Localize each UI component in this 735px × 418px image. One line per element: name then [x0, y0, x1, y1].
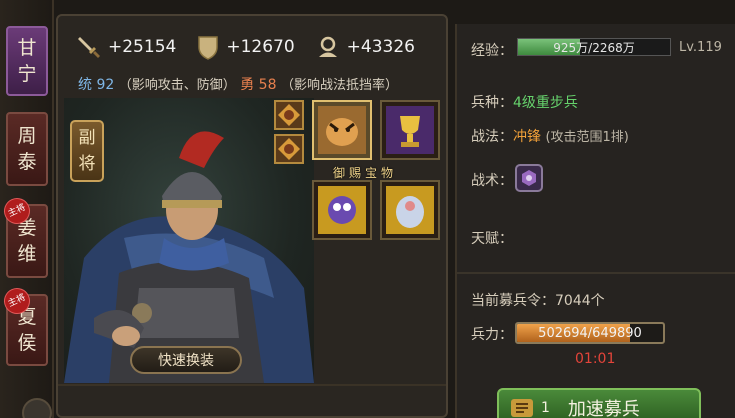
- deputy-general-button[interactable]: 副 将: [70, 120, 104, 182]
- sword-icon: [78, 37, 100, 58]
- trophy-icon: [386, 106, 434, 154]
- attack-value: +25154: [108, 37, 177, 57]
- tab-char: 宁: [17, 63, 37, 85]
- treasure-slot[interactable]: [312, 100, 372, 160]
- tiger-icon: [318, 106, 366, 154]
- tactic-value: 冲锋: [513, 129, 541, 145]
- recruit-value: 7044个: [555, 293, 605, 309]
- tactic-icon: [522, 170, 536, 186]
- recruit-row: 当前募兵令：7044个: [471, 290, 605, 310]
- accel-qty: 1: [541, 400, 550, 416]
- tong-label: 统: [78, 77, 92, 93]
- yong-label: 勇: [240, 77, 255, 93]
- info-panel: 经验： 925万/2268万 Lv.119 兵种：4级重步兵 战法：冲锋 (攻击…: [455, 24, 735, 418]
- divider: [457, 272, 735, 274]
- recruit-timer: 01:01: [575, 351, 616, 367]
- equipment-slot[interactable]: [274, 134, 304, 164]
- general-tab-strip: 甘 宁 周 泰 主将 姜 维 主将 夏 侯: [0, 0, 54, 418]
- tactic-item-button[interactable]: [515, 164, 543, 192]
- recruit-token-icon: [511, 399, 533, 417]
- troops-stat: +43326: [315, 34, 415, 60]
- yong-value: 58: [258, 77, 277, 93]
- art-label: 战术：: [471, 173, 513, 189]
- attack-stat: +25154: [76, 34, 176, 60]
- exp-text: 925万/2268万: [553, 40, 635, 55]
- tactic-row: 战法：冲锋 (攻击范围1排): [471, 126, 629, 146]
- equipment-slot[interactable]: [274, 100, 304, 130]
- divider: [58, 384, 446, 386]
- quick-equip-button[interactable]: 快速换装: [130, 346, 242, 374]
- shield-icon: [198, 36, 219, 60]
- treasure-slot[interactable]: [312, 180, 372, 240]
- treasure-slot[interactable]: [380, 100, 440, 160]
- strength-label: 兵力：: [471, 327, 513, 343]
- tong-value: 92: [96, 77, 115, 93]
- tactic-label: 战法：: [471, 129, 513, 145]
- exp-bar: 925万/2268万: [517, 38, 671, 56]
- talent-label: 天赋：: [471, 231, 513, 247]
- round-button[interactable]: [22, 398, 52, 418]
- unit-label: 兵种：: [471, 95, 513, 111]
- attribute-row: 统 92 （影响攻击、防御） 勇 58 （影响战法抵挡率）: [78, 74, 398, 94]
- tab-char: 维: [17, 243, 37, 265]
- unit-row: 兵种：4级重步兵: [471, 92, 578, 112]
- defense-stat: +12670: [196, 34, 295, 60]
- accel-label: 加速募兵: [567, 399, 640, 418]
- treasure-label: 御赐宝物: [333, 166, 398, 180]
- tong-note: （影响攻击、防御）: [118, 78, 236, 93]
- accelerate-recruit-button[interactable]: 1 加速募兵: [497, 388, 701, 418]
- deputy-char: 副: [78, 128, 96, 148]
- strength-bar: 502694/649890: [515, 322, 665, 344]
- tactic-note: (攻击范围1排): [545, 130, 629, 145]
- tab-char: 侯: [17, 332, 37, 354]
- exp-label: 经验：: [471, 43, 513, 59]
- troops-value: +43326: [346, 37, 415, 57]
- tab-char: 甘: [17, 37, 37, 59]
- crest-icon: [278, 104, 300, 126]
- stats-row: +25154 +12670 +43326: [76, 34, 435, 60]
- unit-value: 4级重步兵: [513, 95, 578, 111]
- deputy-char: 将: [78, 154, 96, 174]
- treasure-slot[interactable]: [380, 180, 440, 240]
- general-tab-jiangwei[interactable]: 主将 姜 维: [0, 193, 48, 278]
- general-tab-ganning[interactable]: 甘 宁: [6, 26, 48, 96]
- helmet-icon: [318, 36, 337, 57]
- yong-note: （影响战法抵挡率）: [280, 78, 398, 93]
- general-tab-zhoutai[interactable]: 周 泰: [6, 112, 48, 186]
- crest-icon: [278, 138, 300, 160]
- level-text: Lv.119: [679, 40, 722, 55]
- tab-char: 周: [17, 125, 37, 147]
- treasure-item-icon: [386, 186, 434, 234]
- strength-text: 502694/649890: [538, 325, 642, 341]
- treasure-item-icon: [318, 186, 366, 234]
- recruit-label: 当前募兵令：: [471, 293, 555, 309]
- tab-char: 泰: [17, 151, 37, 173]
- defense-value: +12670: [226, 37, 295, 57]
- general-panel: +25154 +12670 +43326 统 92 （影响攻击、防御） 勇 58…: [56, 14, 448, 418]
- general-tab-xiahou[interactable]: 主将 夏 侯: [0, 283, 48, 366]
